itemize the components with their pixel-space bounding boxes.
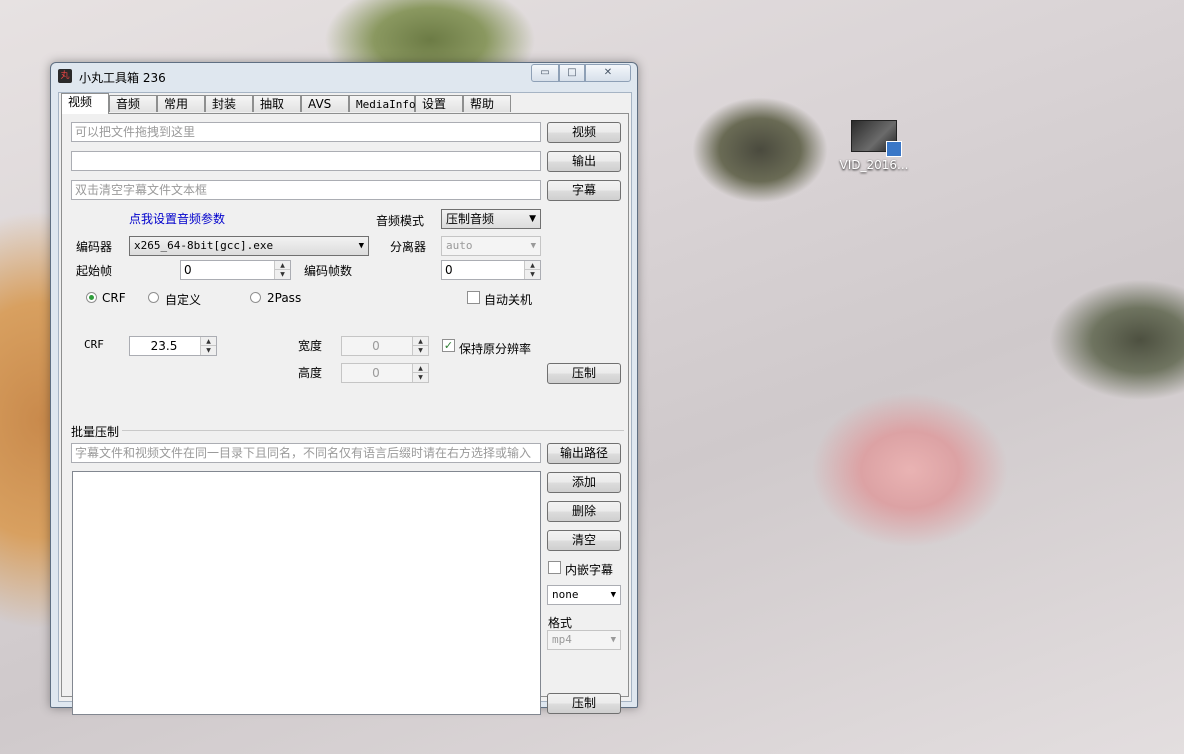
tab-bar: 视频 音频 常用 封装 抽取 AVS MediaInfo 设置 帮助 — [59, 93, 631, 114]
spin-up-icon[interactable]: ▲ — [201, 337, 216, 346]
tab-mux[interactable]: 封装 — [205, 95, 253, 112]
add-button[interactable]: 添加 — [547, 472, 621, 493]
chevron-down-icon: ▼ — [529, 214, 536, 224]
audio-mode-value: 压制音频 — [446, 212, 495, 226]
tab-mediainfo[interactable]: MediaInfo — [349, 95, 416, 112]
embed-subtitle-label: 内嵌字幕 — [565, 563, 614, 577]
desktop-icon-label: VID_2016... — [839, 158, 909, 172]
spin-down-icon[interactable]: ▼ — [413, 373, 428, 382]
close-button[interactable]: ✕ — [585, 64, 631, 82]
title-bar[interactable]: 丸 小丸工具箱 236 ▭ □ ✕ — [51, 63, 637, 89]
batch-group-divider — [122, 430, 624, 431]
window-title: 小丸工具箱 236 — [79, 71, 166, 85]
chevron-down-icon: ▼ — [610, 635, 616, 645]
embed-subtitle-checkbox[interactable] — [548, 561, 561, 574]
mode-crf-radio[interactable] — [86, 292, 97, 303]
encode-button[interactable]: 压制 — [547, 363, 621, 384]
spin-up-icon[interactable]: ▲ — [413, 337, 428, 346]
desktop-video-file[interactable]: VID_2016... — [836, 120, 912, 172]
tab-help[interactable]: 帮助 — [463, 95, 511, 112]
output-button[interactable]: 输出 — [547, 151, 621, 172]
maximize-button[interactable]: □ — [559, 64, 585, 82]
client-area: 视频 音频 常用 封装 抽取 AVS MediaInfo 设置 帮助 可以把文件… — [58, 92, 632, 715]
spin-up-icon[interactable]: ▲ — [525, 261, 540, 270]
audio-mode-select[interactable]: 压制音频 ▼ — [441, 209, 541, 229]
encode-frames-label: 编码帧数 — [304, 264, 353, 278]
video-button[interactable]: 视频 — [547, 122, 621, 143]
format-label: 格式 — [548, 616, 573, 630]
minimize-button[interactable]: ▭ — [531, 64, 559, 82]
tab-avs[interactable]: AVS — [301, 95, 349, 112]
start-frame-stepper[interactable]: 0 ▲ ▼ — [180, 260, 291, 280]
audio-mode-label: 音频模式 — [376, 214, 425, 228]
width-label: 宽度 — [298, 339, 323, 353]
format-value: mp4 — [552, 633, 572, 646]
video-file-icon — [851, 120, 902, 157]
encode-frames-value: 0 — [445, 263, 453, 277]
batch-hint-field[interactable]: 字幕文件和视频文件在同一目录下且同名，不同名仅有语言后缀时请在右方选择或输入 — [71, 443, 541, 463]
height-stepper[interactable]: 0 ▲ ▼ — [341, 363, 429, 383]
demuxer-label: 分离器 — [390, 240, 427, 254]
demuxer-value: auto — [446, 239, 473, 252]
video-tab-panel: 可以把文件拖拽到这里 视频 输出 双击清空字幕文件文本框 字幕 点我设置音频参数… — [61, 113, 629, 715]
spin-down-icon[interactable]: ▼ — [525, 270, 540, 279]
encoder-label: 编码器 — [76, 240, 113, 254]
video-input-field[interactable]: 可以把文件拖拽到这里 — [71, 122, 541, 142]
crf-label: CRF — [84, 338, 104, 351]
mode-custom-radio[interactable] — [148, 292, 159, 303]
start-frame-label: 起始帧 — [76, 264, 113, 278]
spin-up-icon[interactable]: ▲ — [275, 261, 290, 270]
mode-crf-label: CRF — [102, 291, 126, 305]
auto-shutdown-checkbox[interactable] — [467, 291, 480, 304]
crf-value: 23.5 — [150, 339, 178, 353]
chevron-down-icon: ▼ — [610, 590, 616, 600]
mode-custom-label: 自定义 — [165, 293, 202, 307]
chevron-down-icon: ▼ — [358, 241, 364, 251]
app-logo-icon: 丸 — [58, 69, 72, 83]
tab-extract[interactable]: 抽取 — [253, 95, 301, 112]
spin-down-icon[interactable]: ▼ — [275, 270, 290, 279]
spin-down-icon[interactable]: ▼ — [413, 346, 428, 355]
spin-down-icon[interactable]: ▼ — [201, 346, 216, 355]
tab-common[interactable]: 常用 — [157, 95, 205, 112]
spin-up-icon[interactable]: ▲ — [413, 364, 428, 373]
audio-params-link[interactable]: 点我设置音频参数 — [129, 210, 225, 227]
window-controls: ▭ □ ✕ — [531, 64, 631, 82]
encoder-select[interactable]: x265_64-8bit[gcc].exe ▼ — [129, 236, 369, 256]
clear-button[interactable]: 清空 — [547, 530, 621, 551]
batch-file-list[interactable] — [72, 471, 541, 715]
mode-2pass-radio[interactable] — [250, 292, 261, 303]
encode-frames-stepper[interactable]: 0 ▲ ▼ — [441, 260, 541, 280]
subtitle-field[interactable]: 双击清空字幕文件文本框 — [71, 180, 541, 200]
subtitle-button[interactable]: 字幕 — [547, 180, 621, 201]
keep-resolution-checkbox[interactable]: ✓ — [442, 339, 455, 352]
delete-button[interactable]: 删除 — [547, 501, 621, 522]
subtitle-lang-select[interactable]: none ▼ — [547, 585, 621, 605]
mode-2pass-label: 2Pass — [267, 291, 302, 305]
auto-shutdown-label: 自动关机 — [484, 293, 533, 307]
app-window: 丸 小丸工具箱 236 ▭ □ ✕ 视频 音频 常用 封装 抽取 AVS Med… — [50, 62, 638, 715]
crf-stepper[interactable]: 23.5 ▲ ▼ — [129, 336, 217, 356]
output-path-button[interactable]: 输出路径 — [547, 443, 621, 464]
start-frame-value: 0 — [184, 263, 192, 277]
tab-video[interactable]: 视频 — [61, 93, 109, 114]
height-label: 高度 — [298, 366, 323, 380]
batch-encode-button[interactable]: 压制 — [547, 693, 621, 714]
format-select[interactable]: mp4 ▼ — [547, 630, 621, 650]
width-stepper[interactable]: 0 ▲ ▼ — [341, 336, 429, 356]
chevron-down-icon: ▼ — [530, 241, 536, 251]
batch-group-title: 批量压制 — [71, 425, 120, 439]
subtitle-lang-value: none — [552, 588, 579, 601]
width-value: 0 — [372, 339, 380, 353]
tab-settings[interactable]: 设置 — [415, 95, 463, 112]
height-value: 0 — [372, 366, 380, 380]
output-field[interactable] — [71, 151, 541, 171]
tab-audio[interactable]: 音频 — [109, 95, 157, 112]
demuxer-select[interactable]: auto ▼ — [441, 236, 541, 256]
encoder-value: x265_64-8bit[gcc].exe — [134, 239, 274, 252]
keep-resolution-label: 保持原分辨率 — [459, 342, 532, 356]
